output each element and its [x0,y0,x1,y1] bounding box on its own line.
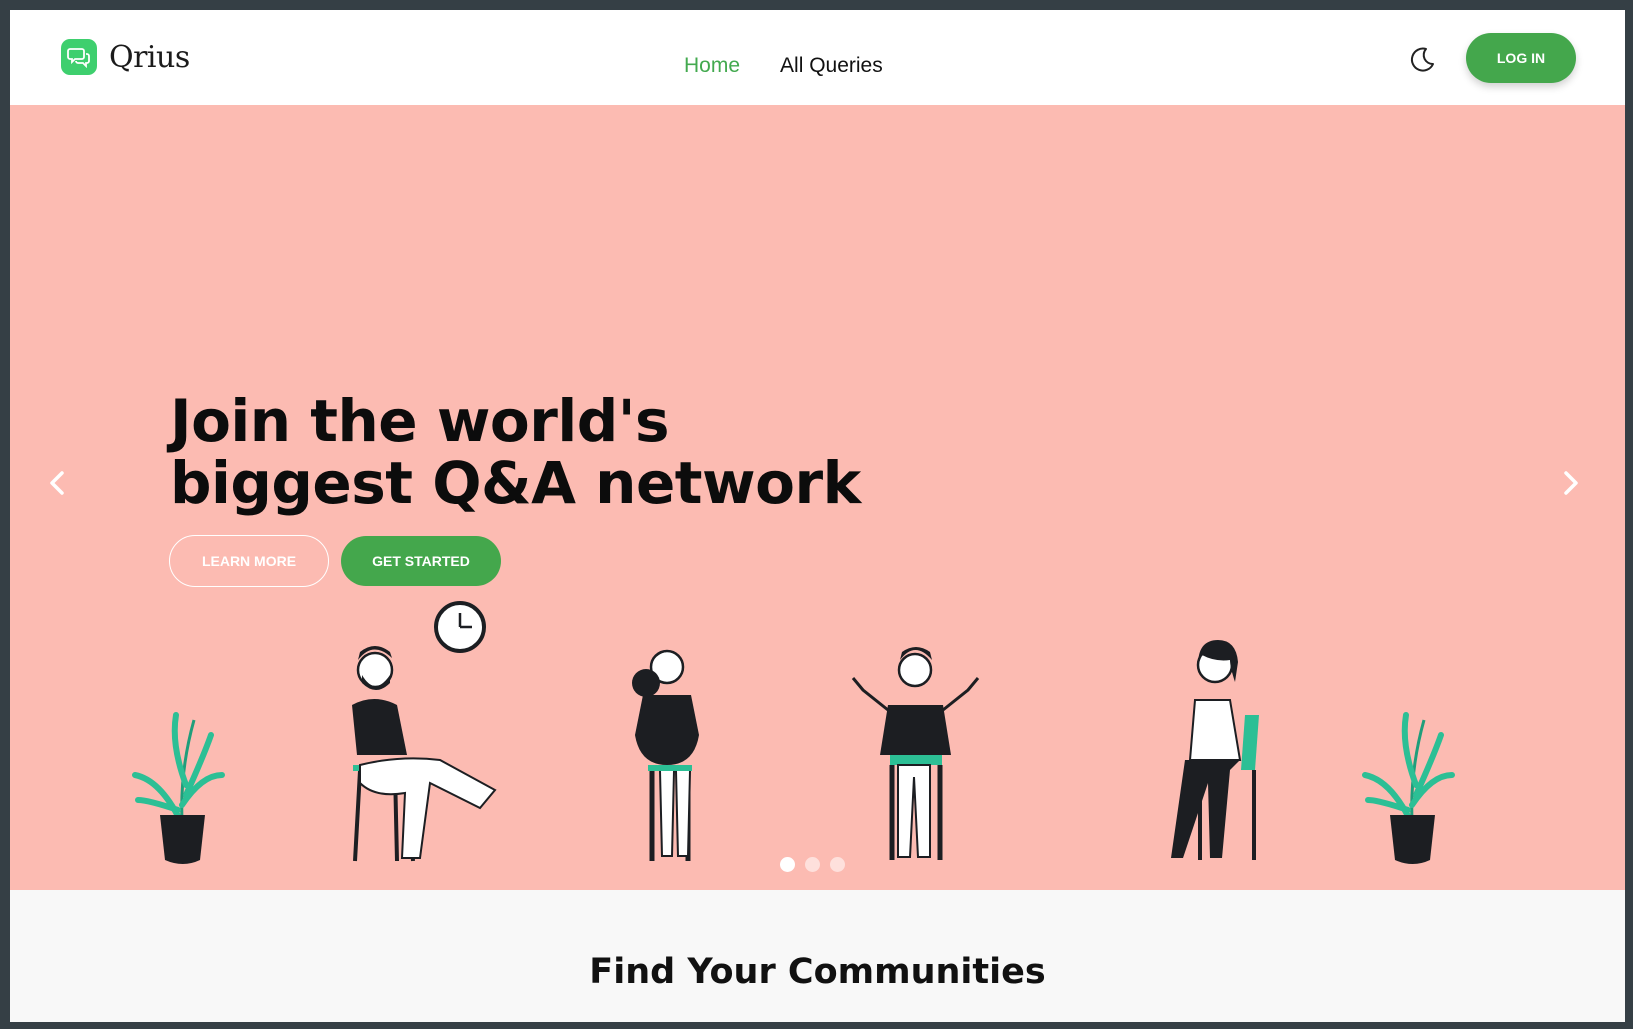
hero-title-line-2: biggest Q&A network [170,449,861,517]
person-woman-bob [1171,640,1259,860]
person-man-shrugging [851,647,980,860]
chevron-right-icon[interactable] [1552,465,1588,501]
get-started-button[interactable]: GET STARTED [341,536,501,586]
person-woman-curly [632,649,699,861]
top-navbar: Qrius Home All Queries LOG IN [10,10,1625,105]
hero-title-line-1: Join the world's [170,387,670,455]
moon-icon[interactable] [1407,44,1437,74]
plant-left [132,712,225,864]
carousel-dot-2[interactable] [805,857,820,872]
hero-title: Join the world's biggest Q&A network [170,390,861,514]
brand-logo[interactable]: Qrius [61,39,190,75]
nav-item-home[interactable]: Home [684,54,740,78]
main-nav: Home All Queries [684,54,883,78]
nav-item-all-queries[interactable]: All Queries [780,54,883,78]
hero-carousel: Join the world's biggest Q&A network LEA… [10,105,1625,890]
carousel-dot-1[interactable] [780,857,795,872]
plant-right [1362,712,1455,864]
communities-section: Find Your Communities [10,890,1625,1022]
chat-bubbles-icon [61,39,97,75]
carousel-dot-3[interactable] [830,857,845,872]
app-window: Qrius Home All Queries LOG IN Join the w… [10,10,1625,1022]
person-bearded-man [352,646,497,862]
brand-name: Qrius [109,39,190,75]
learn-more-button[interactable]: LEARN MORE [169,535,329,587]
chevron-left-icon[interactable] [40,465,76,501]
communities-title: Find Your Communities [589,952,1046,992]
carousel-indicators [780,857,845,872]
wall-clock [434,601,486,653]
login-button[interactable]: LOG IN [1466,33,1576,83]
